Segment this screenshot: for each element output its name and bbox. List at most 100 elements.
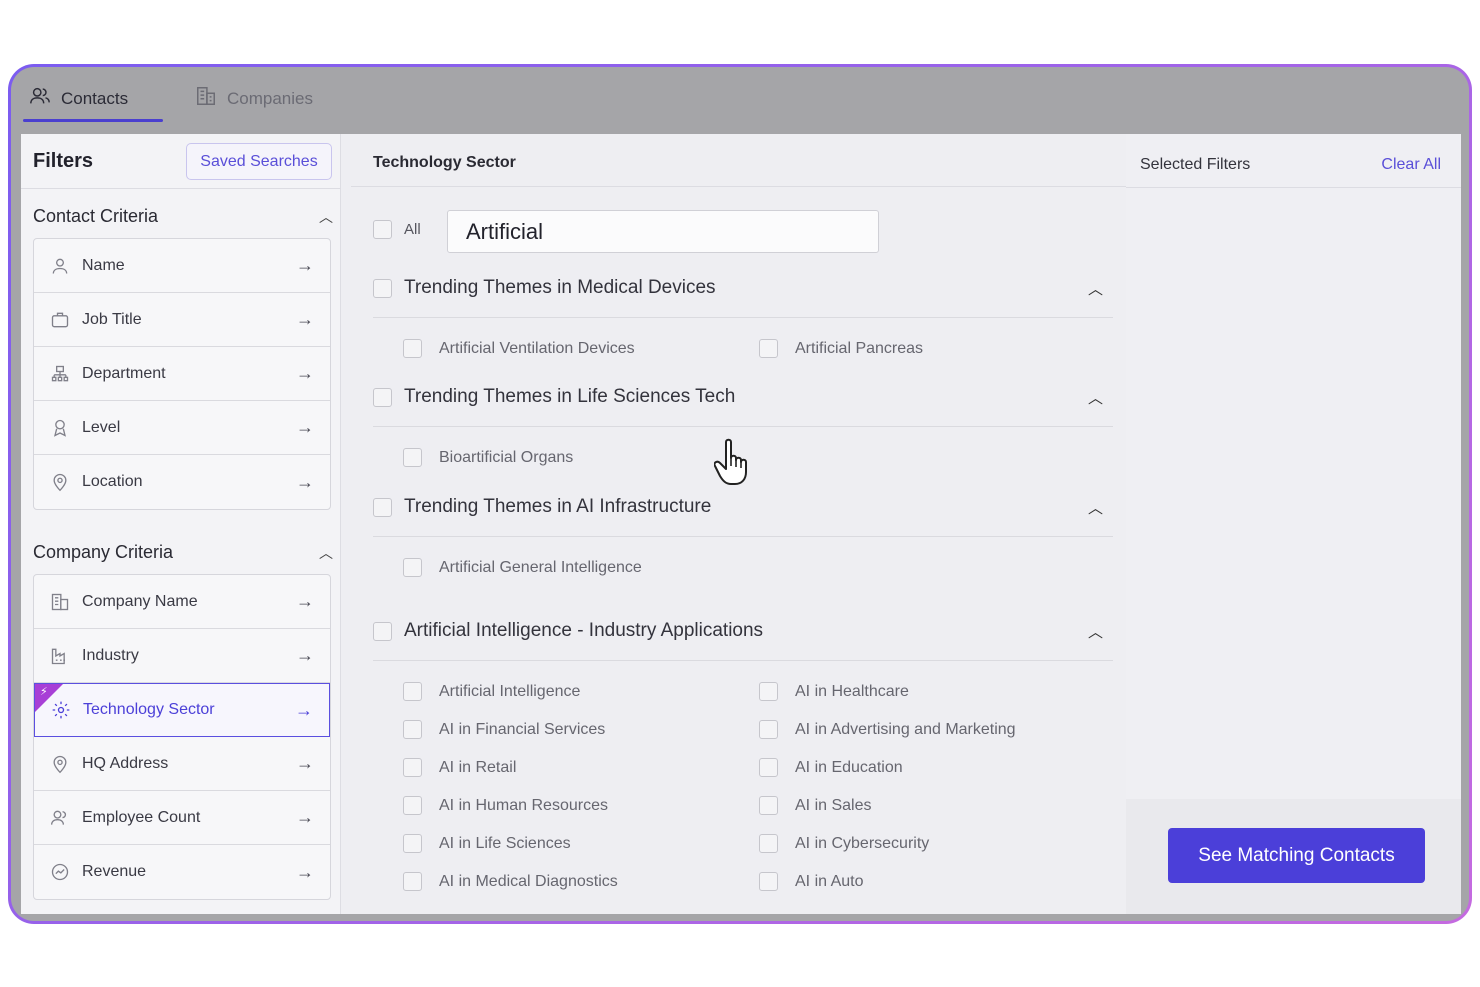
criteria-item-revenue[interactable]: Revenue → xyxy=(34,845,330,899)
option-item[interactable]: AI in Medical Diagnostics xyxy=(403,872,618,891)
arrow-right-icon: → xyxy=(296,807,314,827)
chevron-up-icon: ︿ xyxy=(319,544,333,561)
criteria-label: Technology Sector xyxy=(83,701,215,718)
group-checkbox[interactable] xyxy=(373,387,392,407)
group-label: Trending Themes in Life Sciences Tech xyxy=(404,386,736,407)
criteria-item-location[interactable]: Location → xyxy=(34,455,330,509)
criteria-item-employee-count[interactable]: Employee Count → xyxy=(34,791,330,845)
option-checkbox[interactable] xyxy=(403,682,422,701)
select-all-row[interactable]: All xyxy=(373,220,421,239)
option-item[interactable]: Artificial Ventilation Devices xyxy=(403,339,635,358)
criteria-item-job-title[interactable]: Job Title → xyxy=(34,293,330,347)
criteria-item-hq-address[interactable]: HQ Address → xyxy=(34,737,330,791)
option-checkbox[interactable] xyxy=(403,720,422,739)
contacts-icon xyxy=(29,85,51,112)
option-label: AI in Financial Services xyxy=(439,720,606,738)
option-item[interactable]: Artificial Pancreas xyxy=(759,339,923,358)
arrow-right-icon: → xyxy=(296,309,314,329)
option-item[interactable]: AI in Life Sciences xyxy=(403,834,571,853)
criteria-item-department[interactable]: Department → xyxy=(34,347,330,401)
criteria-label: Revenue xyxy=(82,863,147,880)
see-matching-contacts-button[interactable]: See Matching Contacts xyxy=(1168,828,1425,883)
criteria-label: Industry xyxy=(82,646,139,664)
option-checkbox[interactable] xyxy=(403,558,422,577)
criteria-label: Level xyxy=(82,418,121,436)
option-item[interactable]: AI in Financial Services xyxy=(403,720,605,739)
tab-contacts[interactable]: Contacts xyxy=(29,85,128,112)
group-checkbox[interactable] xyxy=(373,278,392,298)
chevron-up-icon[interactable]: ︿ xyxy=(1088,497,1103,518)
divider xyxy=(373,536,1113,537)
option-checkbox[interactable] xyxy=(759,834,778,853)
option-item[interactable]: AI in Cybersecurity xyxy=(759,834,929,853)
group-header-ai-infrastructure[interactable]: Trending Themes in AI Infrastructure ︿ xyxy=(373,496,1113,518)
option-label: AI in Retail xyxy=(439,758,517,776)
criteria-item-name[interactable]: Name → xyxy=(34,239,330,293)
group-checkbox[interactable] xyxy=(373,497,392,517)
level-icon xyxy=(50,418,70,438)
chevron-up-icon[interactable]: ︿ xyxy=(1088,278,1103,299)
option-checkbox[interactable] xyxy=(403,758,422,777)
saved-searches-button[interactable]: Saved Searches xyxy=(186,143,332,180)
criteria-item-level[interactable]: Level → xyxy=(34,401,330,455)
divider xyxy=(1126,187,1461,188)
criteria-label: Name xyxy=(82,256,125,274)
location-pin-icon xyxy=(50,754,70,774)
option-item[interactable]: AI in Human Resources xyxy=(403,796,608,815)
arrow-right-icon: → xyxy=(295,699,313,720)
option-checkbox[interactable] xyxy=(403,834,422,853)
company-criteria-header[interactable]: Company Criteria ︿ xyxy=(33,542,333,563)
option-checkbox[interactable] xyxy=(759,872,778,891)
search-input[interactable] xyxy=(447,210,879,253)
chevron-up-icon[interactable]: ︿ xyxy=(1088,621,1103,642)
tab-companies[interactable]: Companies xyxy=(195,85,313,112)
active-tab-indicator xyxy=(23,119,163,122)
option-item[interactable]: AI in Retail xyxy=(403,758,516,777)
contact-criteria-header[interactable]: Contact Criteria ︿ xyxy=(33,206,333,227)
option-checkbox[interactable] xyxy=(759,339,778,358)
hand-pointer-cursor-icon xyxy=(714,438,747,485)
criteria-item-industry[interactable]: Industry → xyxy=(34,629,330,683)
criteria-item-technology-sector[interactable]: ⚡ Technology Sector → xyxy=(34,683,330,737)
option-item[interactable]: AI in Sales xyxy=(759,796,871,815)
option-label: Artificial Ventilation Devices xyxy=(439,339,635,357)
criteria-item-company-name[interactable]: Company Name → xyxy=(34,575,330,629)
group-checkbox[interactable] xyxy=(373,621,392,641)
contact-criteria-list: Name → Job Title → Department → Level → … xyxy=(33,238,331,510)
option-item[interactable]: AI in Advertising and Marketing xyxy=(759,720,1016,739)
contact-criteria-title: Contact Criteria xyxy=(33,206,159,226)
option-item[interactable]: Artificial General Intelligence xyxy=(403,558,642,577)
tab-companies-label: Companies xyxy=(227,88,313,108)
criteria-label: Employee Count xyxy=(82,808,201,826)
option-item[interactable]: AI in Auto xyxy=(759,872,864,891)
divider xyxy=(21,188,341,189)
divider xyxy=(351,186,1126,187)
clear-all-link[interactable]: Clear All xyxy=(1381,156,1441,174)
option-item[interactable]: AI in Education xyxy=(759,758,903,777)
selected-filters-title: Selected Filters xyxy=(1140,156,1251,173)
option-checkbox[interactable] xyxy=(759,720,778,739)
option-checkbox[interactable] xyxy=(759,682,778,701)
option-checkbox[interactable] xyxy=(403,796,422,815)
option-checkbox[interactable] xyxy=(403,339,422,358)
option-item[interactable]: Bioartificial Organs xyxy=(403,448,573,467)
tab-contacts-label: Contacts xyxy=(61,88,129,108)
divider xyxy=(373,660,1113,661)
option-checkbox[interactable] xyxy=(403,872,422,891)
chevron-up-icon[interactable]: ︿ xyxy=(1088,387,1103,408)
group-header-medical-devices[interactable]: Trending Themes in Medical Devices ︿ xyxy=(373,277,1113,299)
option-checkbox[interactable] xyxy=(759,758,778,777)
building-icon xyxy=(195,85,217,112)
criteria-label: Job Title xyxy=(82,310,142,328)
group-header-ai-industry-applications[interactable]: Artificial Intelligence - Industry Appli… xyxy=(373,620,1113,642)
option-item[interactable]: Artificial Intelligence xyxy=(403,682,580,701)
select-all-checkbox[interactable] xyxy=(373,220,392,239)
option-item[interactable]: AI in Healthcare xyxy=(759,682,909,701)
option-label: AI in Cybersecurity xyxy=(795,834,930,852)
group-label: Trending Themes in Medical Devices xyxy=(404,277,716,298)
group-label: Artificial Intelligence - Industry Appli… xyxy=(404,620,764,641)
option-checkbox[interactable] xyxy=(403,448,422,467)
option-checkbox[interactable] xyxy=(759,796,778,815)
building-icon xyxy=(50,592,70,612)
group-header-life-sciences-tech[interactable]: Trending Themes in Life Sciences Tech ︿ xyxy=(373,386,1113,408)
